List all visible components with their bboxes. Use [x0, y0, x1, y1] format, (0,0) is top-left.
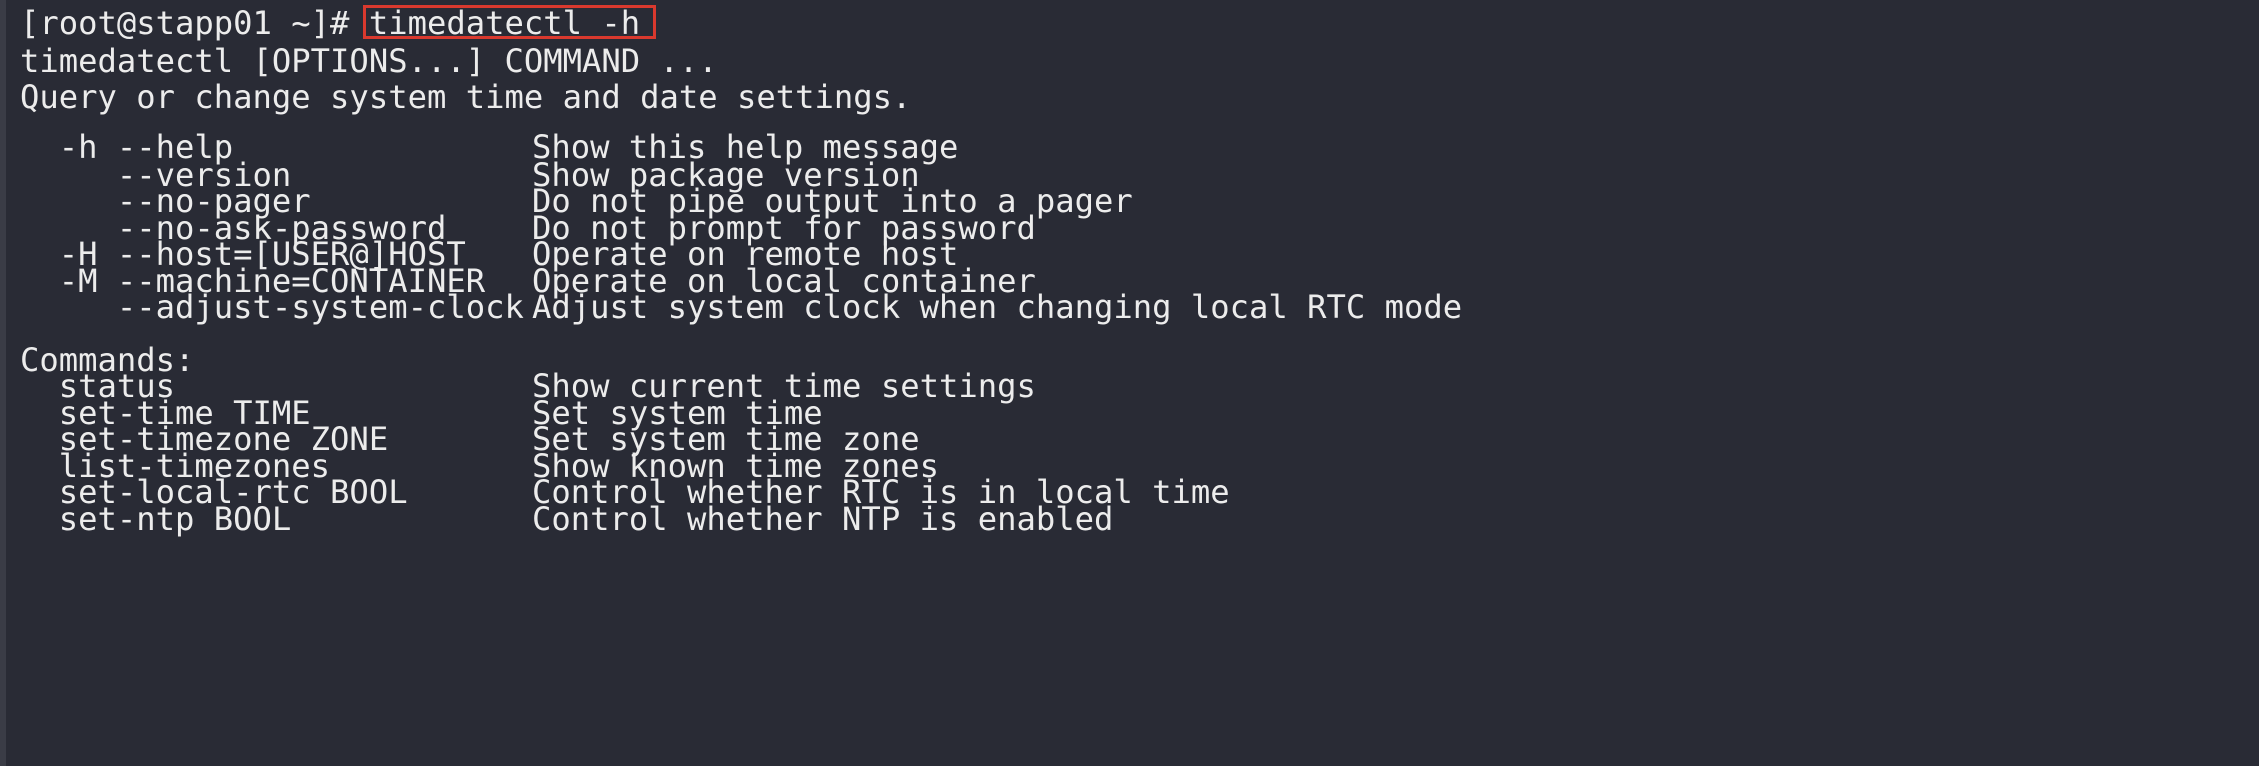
terminal-window[interactable]: [root@stapp01 ~]# timedatectl -h timedat…: [0, 0, 2259, 766]
command-highlight-box: [363, 5, 656, 39]
description-line: Query or change system time and date set…: [20, 78, 912, 116]
command-description: Control whether NTP is enabled: [532, 500, 1114, 538]
option-flag: --adjust-system-clock: [20, 288, 524, 326]
usage-line: timedatectl [OPTIONS...] COMMAND ...: [20, 42, 718, 80]
option-description: Adjust system clock when changing local …: [532, 288, 1463, 326]
shell-prompt: [root@stapp01 ~]#: [20, 4, 369, 42]
command-name: set-ntp BOOL: [20, 500, 292, 538]
